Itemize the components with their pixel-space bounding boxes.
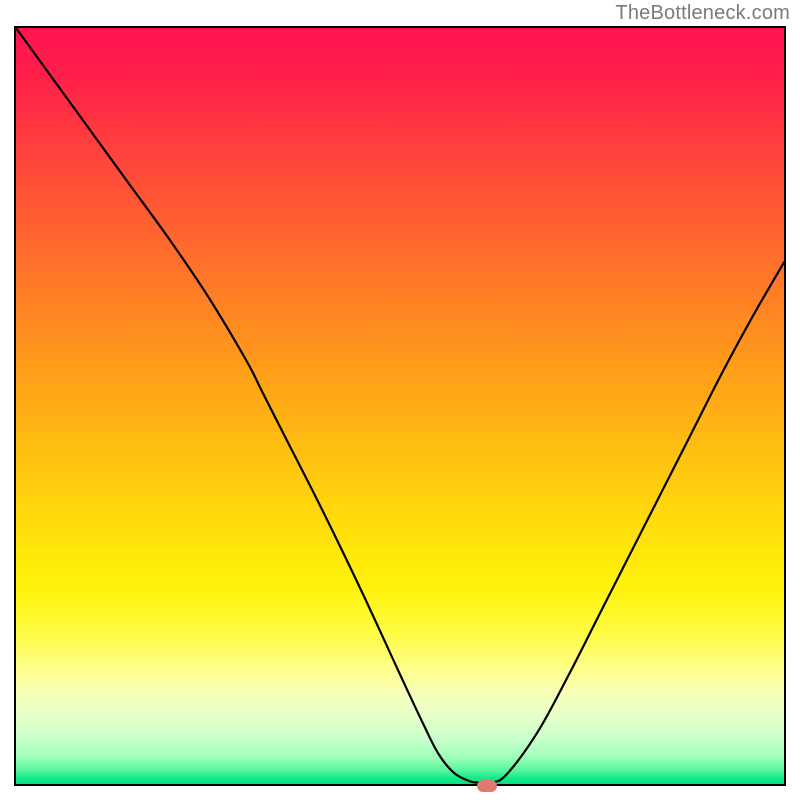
curve-svg bbox=[16, 28, 784, 784]
bottleneck-curve bbox=[16, 28, 784, 783]
optimum-marker bbox=[477, 780, 497, 792]
watermark-text: TheBottleneck.com bbox=[615, 2, 790, 25]
plot-area bbox=[14, 26, 786, 786]
chart-container: TheBottleneck.com bbox=[0, 0, 800, 800]
